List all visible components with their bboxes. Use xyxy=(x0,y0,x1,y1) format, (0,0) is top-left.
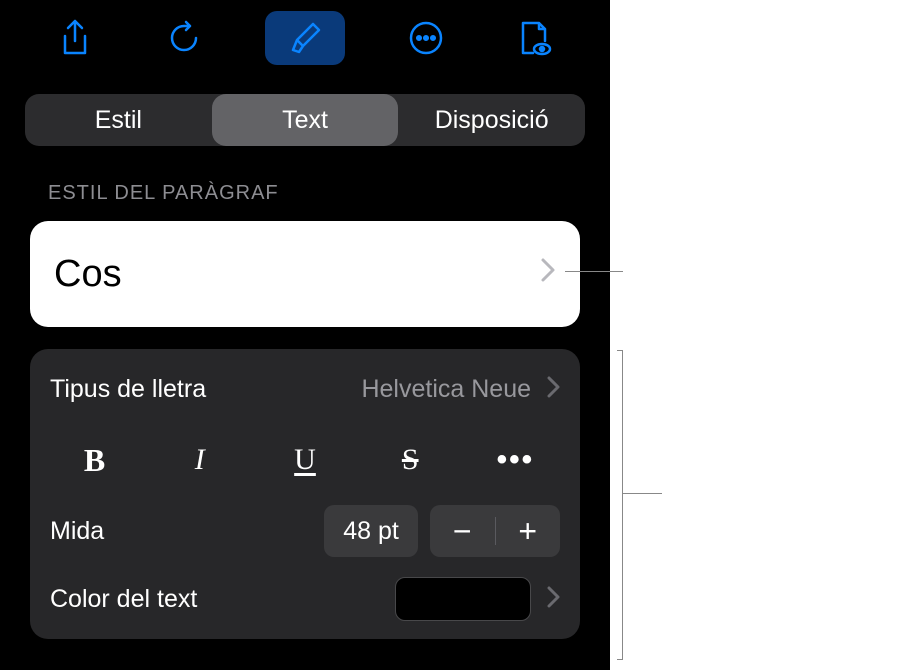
size-row: Mida 48 pt − + xyxy=(30,497,580,565)
text-color-swatch[interactable] xyxy=(395,577,531,621)
format-inspector-panel: Estil Text Disposició ESTIL DEL PARÀGRAF… xyxy=(0,0,610,670)
paragraph-style-header: ESTIL DEL PARÀGRAF xyxy=(0,154,610,211)
font-label: Tipus de lletra xyxy=(50,375,361,404)
text-color-label: Color del text xyxy=(50,585,395,614)
size-decrement-button[interactable]: − xyxy=(430,505,495,557)
more-button[interactable] xyxy=(398,10,454,66)
paintbrush-icon xyxy=(287,20,323,56)
callout-bracket xyxy=(622,350,623,660)
chevron-right-icon xyxy=(547,373,560,405)
text-settings-group: Tipus de lletra Helvetica Neue B I U S •… xyxy=(30,349,580,639)
text-color-row[interactable]: Color del text xyxy=(30,565,580,633)
inspector-tabs: Estil Text Disposició xyxy=(25,94,585,146)
underline-button[interactable]: U xyxy=(252,430,357,490)
callout-line xyxy=(617,350,623,351)
callout-line xyxy=(565,271,623,272)
format-more-button[interactable]: ••• xyxy=(463,430,568,490)
font-row[interactable]: Tipus de lletra Helvetica Neue xyxy=(30,355,580,423)
document-view-button[interactable] xyxy=(507,10,563,66)
paragraph-style-name: Cos xyxy=(54,253,540,296)
document-eye-icon xyxy=(517,19,553,57)
text-format-row: B I U S ••• xyxy=(30,423,580,497)
strikethrough-button[interactable]: S xyxy=(358,430,463,490)
size-label: Mida xyxy=(50,517,324,546)
tab-layout[interactable]: Disposició xyxy=(398,94,585,146)
callout-line xyxy=(617,659,623,660)
size-increment-button[interactable]: + xyxy=(496,505,561,557)
tab-style[interactable]: Estil xyxy=(25,94,212,146)
inspector-tabs-container: Estil Text Disposició xyxy=(0,76,610,154)
size-stepper: − + xyxy=(430,505,560,557)
chevron-right-icon xyxy=(540,257,556,291)
format-button[interactable] xyxy=(265,11,345,65)
share-icon xyxy=(60,19,90,57)
ellipsis-circle-icon xyxy=(408,20,444,56)
callout-line xyxy=(622,493,662,494)
font-value: Helvetica Neue xyxy=(361,375,531,404)
chevron-right-icon xyxy=(547,583,560,615)
italic-button[interactable]: I xyxy=(147,430,252,490)
size-value-field[interactable]: 48 pt xyxy=(324,505,418,557)
undo-button[interactable] xyxy=(156,10,212,66)
bold-button[interactable]: B xyxy=(42,430,147,490)
tab-text[interactable]: Text xyxy=(212,94,399,146)
top-toolbar xyxy=(0,0,610,76)
undo-icon xyxy=(166,20,202,56)
paragraph-style-selector[interactable]: Cos xyxy=(30,221,580,327)
share-button[interactable] xyxy=(47,10,103,66)
